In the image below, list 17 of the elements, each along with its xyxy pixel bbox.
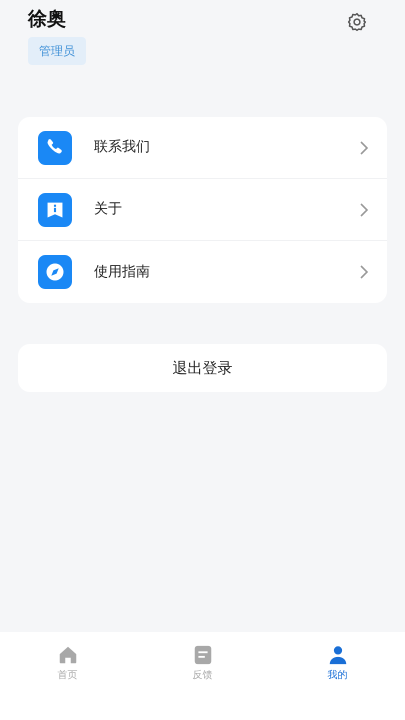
chevron-right-icon [359, 202, 369, 218]
menu-label: 使用指南 [94, 262, 151, 282]
tab[interactable]: 我的 [270, 644, 405, 683]
info-icon [36, 192, 74, 226]
compass-icon [36, 255, 74, 289]
menu-label: 联系我们 [94, 138, 151, 157]
phone-icon [36, 130, 74, 164]
logout-button[interactable]: 退出登录 [18, 344, 387, 392]
menu-item[interactable]: 关于 [18, 179, 387, 241]
chevron-right-icon [359, 264, 369, 280]
menu-label: 关于 [94, 200, 123, 219]
settings-icon[interactable] [347, 12, 367, 32]
menu-item[interactable]: 使用指南 [18, 241, 387, 303]
chevron-right-icon [359, 140, 369, 156]
menu-item[interactable]: 联系我们 [18, 117, 387, 179]
user-name: 徐奥 [28, 7, 66, 32]
role-badge: 管理员 [28, 37, 86, 65]
